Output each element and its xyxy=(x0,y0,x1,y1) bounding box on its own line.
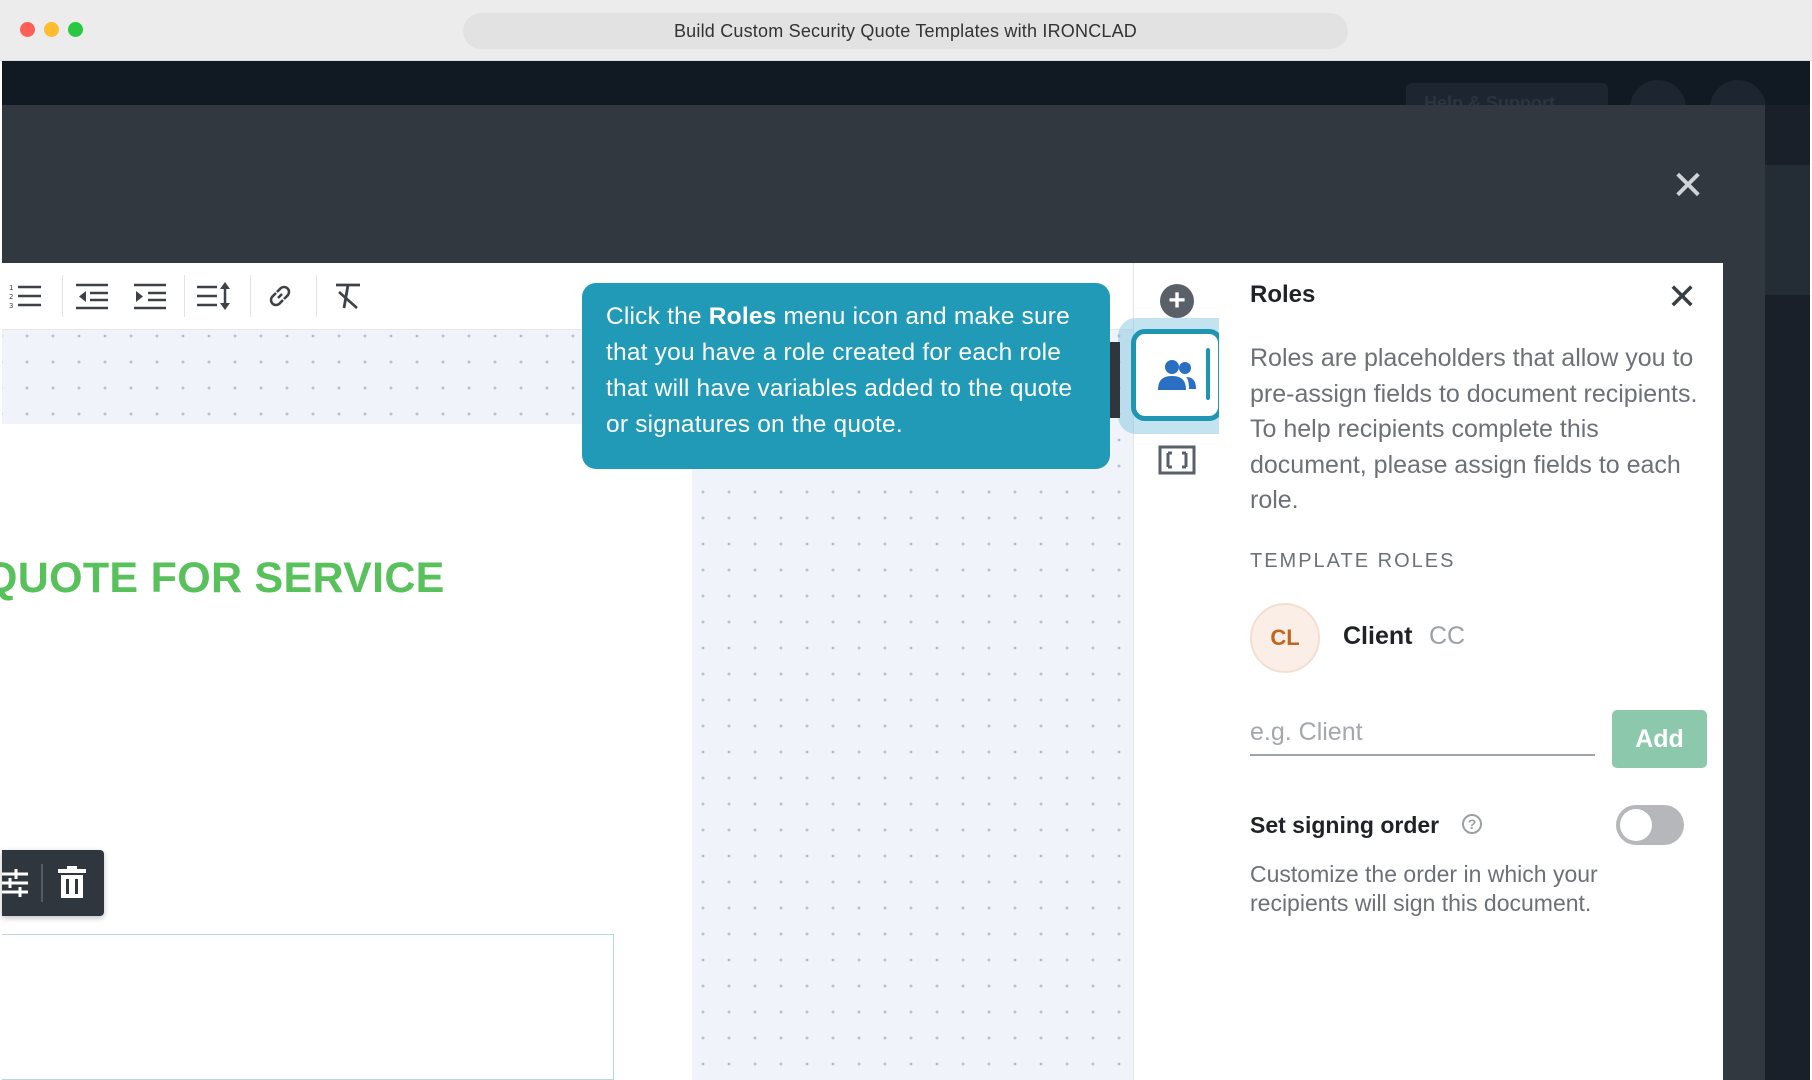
side-icon-column: + xyxy=(1118,263,1236,1080)
numbered-list-icon[interactable]: 1 2 3 xyxy=(6,277,46,315)
close-window-button[interactable] xyxy=(20,22,35,37)
title-bar: Build Custom Security Quote Templates wi… xyxy=(0,0,1812,61)
template-roles-label: TEMPLATE ROLES xyxy=(1250,550,1456,572)
background-panel-block xyxy=(1765,165,1810,295)
clear-format-icon[interactable] xyxy=(328,277,368,315)
roles-panel: Roles ✕ Roles are placeholders that allo… xyxy=(1219,263,1723,1080)
help-icon[interactable]: ? xyxy=(1462,814,1482,834)
signing-order-description: Customize the order in which your recipi… xyxy=(1250,861,1598,916)
toolbar-divider xyxy=(184,275,185,317)
document-heading[interactable]: QUOTE FOR SERVICE xyxy=(0,554,445,603)
guide-tooltip: Click the Roles menu icon and make sure … xyxy=(582,283,1110,469)
svg-text:2: 2 xyxy=(9,293,13,301)
browser-window: Build Custom Security Quote Templates wi… xyxy=(0,0,1812,1080)
minimize-window-button[interactable] xyxy=(44,22,59,37)
signing-order-toggle[interactable] xyxy=(1616,805,1684,845)
toolbar-divider xyxy=(250,275,251,317)
background-panel xyxy=(1765,105,1810,1080)
frame-icon[interactable] xyxy=(1158,445,1196,480)
outdent-icon[interactable] xyxy=(72,277,112,315)
signing-order-label: Set signing order xyxy=(1250,812,1440,838)
role-avatar: CL xyxy=(1250,603,1320,673)
add-role-button[interactable]: Add xyxy=(1612,710,1707,768)
toggle-knob xyxy=(1620,809,1652,841)
maximize-window-button[interactable] xyxy=(68,22,83,37)
role-name[interactable]: Client xyxy=(1343,622,1412,651)
toolbar-divider xyxy=(62,275,63,317)
active-indicator xyxy=(1206,348,1210,400)
block-settings-icon[interactable] xyxy=(2,867,30,904)
block-toolbar xyxy=(2,850,104,916)
toolbar-divider xyxy=(316,275,317,317)
tooltip-bold: Roles xyxy=(708,303,777,330)
trash-icon[interactable] xyxy=(58,866,86,905)
line-height-icon[interactable] xyxy=(194,277,234,315)
close-icon[interactable]: ✕ xyxy=(1667,279,1697,315)
indent-icon[interactable] xyxy=(130,277,170,315)
panel-description: Roles are placeholders that allow you to… xyxy=(1250,344,1698,514)
modal-backdrop-strip xyxy=(1723,263,1765,1080)
tooltip-prefix: Click the xyxy=(606,303,709,330)
role-tag: CC xyxy=(1429,622,1466,650)
window-title: Build Custom Security Quote Templates wi… xyxy=(463,13,1348,49)
roles-icon[interactable] xyxy=(1131,329,1223,421)
close-icon[interactable]: ✕ xyxy=(1670,166,1706,206)
panel-title: Roles xyxy=(1250,281,1316,308)
svg-text:3: 3 xyxy=(9,302,13,310)
link-icon[interactable] xyxy=(260,277,300,315)
add-icon[interactable]: + xyxy=(1160,284,1194,318)
toolbar-divider xyxy=(41,864,43,902)
svg-text:1: 1 xyxy=(9,284,13,292)
document-text-box[interactable] xyxy=(2,934,614,1080)
role-name-input[interactable] xyxy=(1250,710,1595,756)
